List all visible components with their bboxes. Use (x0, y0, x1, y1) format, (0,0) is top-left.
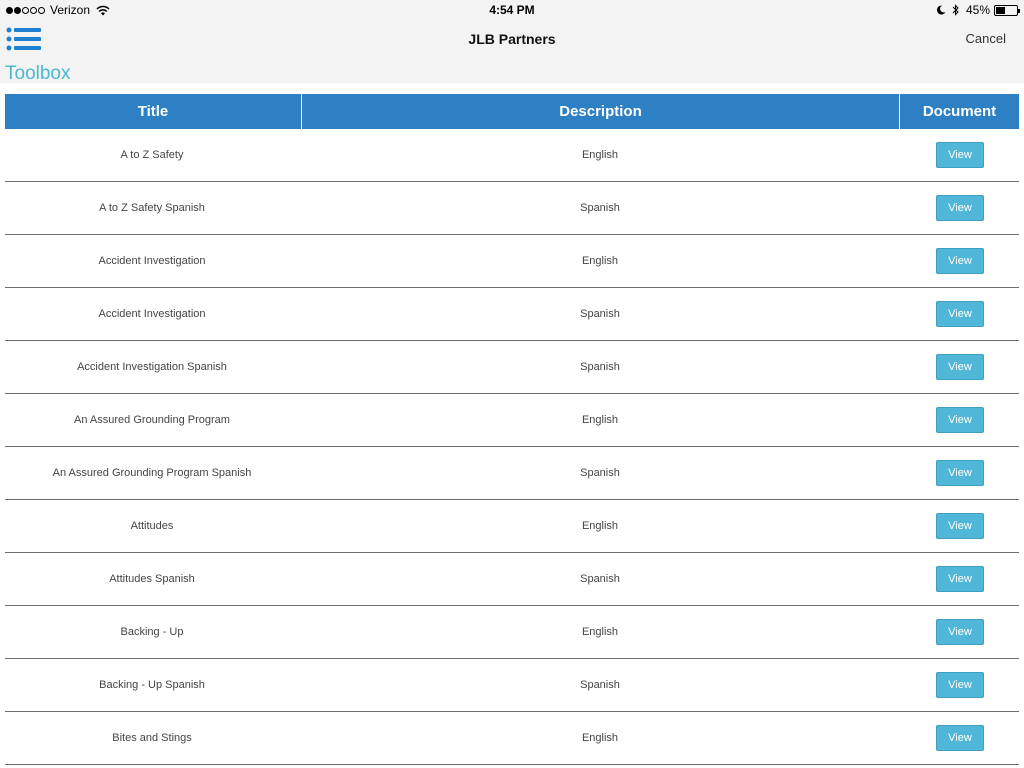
table-row: Accident Investigation English View (5, 235, 1019, 288)
table-row: Accident Investigation Spanish Spanish V… (5, 341, 1019, 394)
row-description: English (581, 149, 619, 161)
table-row: Backing - Up English View (5, 606, 1019, 659)
row-title: A to Z Safety Spanish (99, 202, 205, 214)
column-header-document: Document (922, 103, 997, 120)
nav-title: JLB Partners (468, 31, 556, 47)
table-row: A to Z Safety English View (5, 129, 1019, 182)
row-description: Spanish (580, 679, 620, 691)
view-button[interactable]: View (936, 248, 984, 274)
table-body: A to Z Safety English View A to Z Safety… (5, 129, 1019, 765)
view-button[interactable]: View (936, 460, 984, 486)
row-document: View (901, 235, 1019, 287)
row-document: View (901, 288, 1019, 340)
view-button[interactable]: View (936, 142, 984, 168)
row-document: View (901, 182, 1019, 234)
nav-bar: JLB Partners Cancel (0, 20, 1024, 60)
row-title: Backing - Up (120, 626, 184, 638)
table-row: Backing - Up Spanish Spanish View (5, 659, 1019, 712)
row-description: English (581, 626, 619, 638)
table-row: Accident Investigation Spanish View (5, 288, 1019, 341)
view-button[interactable]: View (936, 407, 984, 433)
view-button[interactable]: View (936, 725, 984, 751)
table-row: An Assured Grounding Program Spanish Spa… (5, 447, 1019, 500)
bluetooth-icon (952, 4, 959, 16)
view-button[interactable]: View (936, 301, 984, 327)
row-document: View (901, 447, 1019, 499)
view-button[interactable]: View (936, 619, 984, 645)
row-document: View (901, 712, 1019, 764)
row-title: Accident Investigation Spanish (77, 361, 227, 373)
row-title: Accident Investigation (98, 255, 206, 267)
column-header-description: Description (302, 94, 900, 129)
moon-icon (936, 5, 946, 15)
view-button[interactable]: View (936, 513, 984, 539)
battery-percent: 45% (965, 3, 990, 17)
table-row: An Assured Grounding Program English Vie… (5, 394, 1019, 447)
cancel-button[interactable]: Cancel (966, 31, 1006, 46)
battery-icon (994, 4, 1020, 16)
row-document: View (901, 129, 1019, 181)
section-header: Toolbox (0, 60, 1024, 84)
row-document: View (901, 500, 1019, 552)
row-description: Spanish (580, 361, 620, 373)
row-description: Spanish (580, 573, 620, 585)
table-row: Bites and Stings English View (5, 712, 1019, 765)
row-title: Accident Investigation (98, 308, 206, 320)
table-row: Attitudes Spanish Spanish View (5, 553, 1019, 606)
row-document: View (901, 606, 1019, 658)
column-header-title: Title (5, 94, 302, 129)
row-description: English (581, 520, 619, 532)
status-time: 4:54 PM (489, 3, 535, 17)
view-button[interactable]: View (936, 354, 984, 380)
row-title: Bites and Stings (112, 732, 192, 744)
list-menu-icon[interactable] (6, 26, 42, 52)
status-right: 45% (936, 3, 1020, 17)
row-description: Spanish (580, 467, 620, 479)
row-title: Attitudes (130, 520, 174, 532)
view-button[interactable]: View (936, 672, 984, 698)
row-title: Attitudes Spanish (109, 573, 195, 585)
battery-fill (996, 6, 1005, 14)
table-row: A to Z Safety Spanish Spanish View (5, 182, 1019, 235)
row-title: A to Z Safety (120, 149, 184, 161)
row-document: View (901, 553, 1019, 605)
status-bar: Verizon 4:54 PM 45% (0, 0, 1024, 20)
row-description: English (581, 732, 619, 744)
section-title: Toolbox (5, 63, 71, 84)
table-row: Attitudes English View (5, 500, 1019, 553)
row-title: An Assured Grounding Program Spanish (52, 467, 252, 479)
row-description: English (581, 414, 619, 426)
row-document: View (901, 341, 1019, 393)
table-header: Title Description Document (5, 94, 1019, 129)
row-description: Spanish (580, 308, 620, 320)
row-document: View (901, 394, 1019, 446)
row-description: English (581, 255, 619, 267)
row-description: Spanish (580, 202, 620, 214)
toolbox-table: Title Description Document A to Z Safety… (5, 94, 1019, 765)
view-button[interactable]: View (936, 566, 984, 592)
row-title: An Assured Grounding Program (74, 414, 230, 426)
view-button[interactable]: View (936, 195, 984, 221)
row-title: Backing - Up Spanish (99, 679, 205, 691)
row-document: View (901, 659, 1019, 711)
